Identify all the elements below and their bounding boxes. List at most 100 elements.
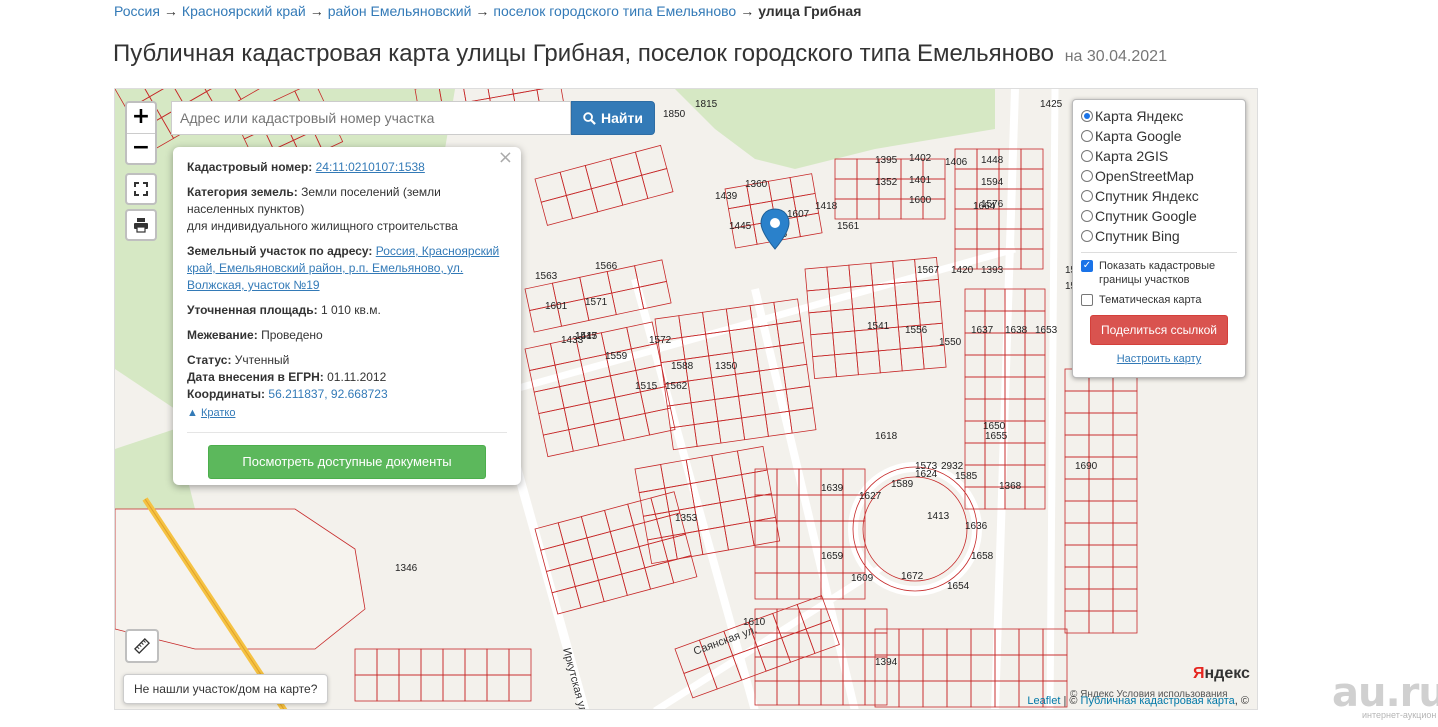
- parcel-number-label: 1672: [901, 571, 924, 582]
- large-parcel: [115, 508, 366, 650]
- parcel: [964, 332, 986, 356]
- parcel: [619, 412, 651, 441]
- caret-up-icon: ▲: [187, 407, 198, 419]
- parcel-number-label: 1627: [859, 491, 882, 502]
- parcel: [878, 198, 902, 220]
- layer-option-label: Спутник Яндекс: [1095, 188, 1199, 204]
- parcel-number-label: 1815: [695, 99, 718, 110]
- parcel: [693, 420, 722, 447]
- radio-button[interactable]: [1081, 170, 1093, 182]
- parcel: [464, 648, 488, 676]
- search-button[interactable]: Найти: [571, 101, 655, 135]
- attribution-sep: | ©: [1060, 695, 1081, 707]
- radio-button[interactable]: [1081, 110, 1093, 122]
- layer-option-osm[interactable]: OpenStreetMap: [1081, 166, 1237, 186]
- parcel: [964, 376, 986, 400]
- parcel: [1088, 588, 1114, 612]
- parcel: [1024, 420, 1046, 444]
- breadcrumb-link-krasnoyarsk[interactable]: Красноярский край: [182, 3, 306, 19]
- parcel-number-label: 1394: [875, 657, 898, 668]
- radio-button[interactable]: [1081, 150, 1093, 162]
- print-button[interactable]: [125, 209, 157, 241]
- radio-button[interactable]: [1081, 210, 1093, 222]
- parcel-number-label: 1563: [535, 271, 558, 282]
- zoom-out-button[interactable]: −: [127, 133, 155, 163]
- parcel-number-label: 1418: [815, 201, 838, 212]
- parcel: [1088, 566, 1114, 590]
- parcel-number-label: 1607: [787, 209, 810, 220]
- layer-option-label: Карта Google: [1095, 128, 1182, 144]
- parcel: [970, 654, 996, 682]
- layer-option-yandex-map[interactable]: Карта Яндекс: [1081, 106, 1237, 126]
- view-documents-button[interactable]: Посмотреть доступные документы: [208, 445, 486, 479]
- fullscreen-button[interactable]: [125, 173, 157, 205]
- close-icon[interactable]: ×: [498, 149, 513, 167]
- checkbox[interactable]: [1081, 260, 1093, 272]
- parcel: [1112, 544, 1138, 568]
- parcel-number-label: 1572: [649, 335, 672, 346]
- parcel: [563, 402, 595, 431]
- parcel: [579, 271, 613, 300]
- print-icon: [134, 218, 148, 233]
- layer-option-bing-sat[interactable]: Спутник Bing: [1081, 226, 1237, 246]
- parcel: [820, 494, 844, 522]
- radio-button[interactable]: [1081, 230, 1093, 242]
- parcel-number-label: 1346: [395, 563, 418, 574]
- parcel: [486, 674, 510, 702]
- parcel: [634, 464, 666, 494]
- parcel: [589, 396, 621, 425]
- parcel-info-popup: × Кадастровый номер: 24:11:0210107:1538 …: [173, 147, 521, 485]
- parcel-number-label: 1402: [909, 153, 932, 164]
- parcel: [812, 354, 837, 380]
- zoom-in-button[interactable]: +: [127, 103, 155, 133]
- coords-link[interactable]: 56.211837, 92.668723: [268, 387, 387, 401]
- parcel: [776, 494, 800, 522]
- layer-option-google-sat[interactable]: Спутник Google: [1081, 206, 1237, 226]
- parcel: [1024, 332, 1046, 356]
- breadcrumb-link-russia[interactable]: Россия: [114, 3, 160, 19]
- parcel: [538, 407, 570, 436]
- parcel: [964, 442, 986, 466]
- parcel: [1064, 412, 1090, 436]
- pkk-link[interactable]: Публичная кадастровая карта: [1081, 695, 1235, 707]
- setup-map-link[interactable]: Настроить карту: [1081, 353, 1237, 365]
- parcel: [1064, 522, 1090, 546]
- parcel: [970, 628, 996, 656]
- layer-option-label: Карта 2GIS: [1095, 148, 1169, 164]
- parcel: [776, 320, 805, 347]
- parcel: [820, 680, 844, 706]
- breadcrumb-link-district[interactable]: район Емельяновский: [328, 3, 472, 19]
- search-input[interactable]: [171, 101, 571, 135]
- parcel: [810, 332, 836, 358]
- radio-button[interactable]: [1081, 130, 1093, 142]
- category-sub: для индивидуального жилищного строительс…: [187, 219, 458, 233]
- layer-option-2gis-map[interactable]: Карта 2GIS: [1081, 146, 1237, 166]
- checkbox[interactable]: [1081, 294, 1093, 306]
- checkbox-cadastral-borders[interactable]: Показать кадастровые границы участков: [1081, 259, 1237, 287]
- parcel: [964, 398, 986, 422]
- parcel-number-label: 1571: [585, 297, 608, 308]
- leaflet-link[interactable]: Leaflet: [1027, 695, 1060, 707]
- layer-option-yandex-sat[interactable]: Спутник Яндекс: [1081, 186, 1237, 206]
- share-link-button[interactable]: Поделиться ссылкой: [1090, 315, 1228, 345]
- parcel: [687, 377, 716, 404]
- checkbox-thematic-map[interactable]: Тематическая карта: [1081, 293, 1237, 307]
- parcel: [984, 288, 1006, 312]
- cadastral-number-link[interactable]: 24:11:0210107:1538: [316, 160, 425, 174]
- radio-button[interactable]: [1081, 190, 1093, 202]
- cadastral-map[interactable]: 1815185014252251139514021406144813601352…: [114, 88, 1258, 710]
- parcel-block: [354, 648, 532, 702]
- parcel-number-label: 1566: [595, 261, 618, 272]
- search-button-label: Найти: [601, 110, 643, 126]
- not-found-button[interactable]: Не нашли участок/дом на карте?: [123, 674, 329, 704]
- parcel: [1112, 566, 1138, 590]
- layer-option-google-map[interactable]: Карта Google: [1081, 126, 1237, 146]
- parcel-number-label: 1561: [837, 221, 860, 232]
- parcel-number-label: 1690: [1075, 461, 1098, 472]
- layers-panel: Карта Яндекс Карта Google Карта 2GIS Ope…: [1072, 99, 1246, 378]
- breadcrumb-link-settlement[interactable]: поселок городского типа Емельяново: [493, 3, 736, 19]
- checkbox-label: Показать кадастровые границы участков: [1099, 260, 1216, 286]
- ruler-button[interactable]: [125, 629, 159, 663]
- parcel: [1020, 148, 1044, 170]
- collapse-toggle[interactable]: ▲ Кратко: [187, 405, 507, 422]
